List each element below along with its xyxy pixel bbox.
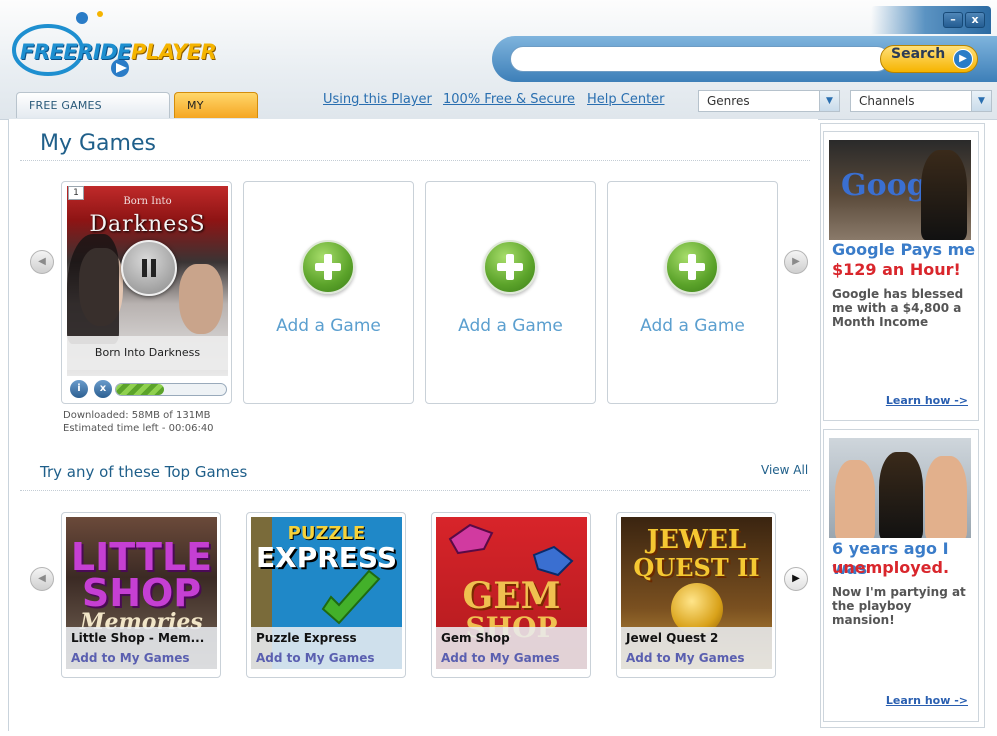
game-card-puzzle-express[interactable]: PUZZLE EXPRESS Puzzle Express Add to My … xyxy=(246,512,406,678)
game-card-little-shop[interactable]: LITTLE SHOP Memories Little Shop - Mem..… xyxy=(61,512,221,678)
add-to-my-games-link[interactable]: Add to My Games xyxy=(441,651,559,665)
nav-free-secure-link[interactable]: 100% Free & Secure xyxy=(443,92,575,107)
ad-headline-2: $129 an Hour! xyxy=(832,260,961,280)
game-caption: Jewel Quest 2 Add to My Games xyxy=(621,627,772,669)
nav-help-center-link[interactable]: Help Center xyxy=(587,92,665,107)
downloaded-text: Downloaded: 58MB of 131MB xyxy=(63,410,211,421)
ad-image-google: Google xyxy=(829,140,971,240)
game-card-gem-shop[interactable]: GEM SHOP Gem Shop Add to My Games xyxy=(431,512,591,678)
learn-how-link[interactable]: Learn how -> xyxy=(886,394,968,407)
download-progress-fill xyxy=(116,384,165,395)
ad-person-silhouette xyxy=(835,460,875,538)
plus-icon xyxy=(483,240,537,294)
channels-select-value: Channels xyxy=(859,94,915,108)
add-to-my-games-link[interactable]: Add to My Games xyxy=(71,651,189,665)
game-name: Puzzle Express xyxy=(256,631,357,645)
plus-icon xyxy=(301,240,355,294)
ad-person-silhouette xyxy=(921,150,967,240)
search-bar: Search ▶ xyxy=(492,36,997,82)
little-shop-art: LITTLE SHOP Memories Little Shop - Mem..… xyxy=(66,517,217,669)
character-hair xyxy=(67,234,119,344)
add-to-my-games-link[interactable]: Add to My Games xyxy=(256,651,374,665)
game-card-jewel-quest-2[interactable]: JEWEL QUEST II Jewel Quest 2 Add to My G… xyxy=(616,512,776,678)
genres-select-value: Genres xyxy=(707,94,750,108)
slot-number-badge: 1 xyxy=(68,186,84,200)
game-name: Little Shop - Mem... xyxy=(71,631,205,645)
close-button[interactable]: x xyxy=(965,12,985,28)
plus-icon xyxy=(665,240,719,294)
character-face-man xyxy=(179,264,223,334)
prev-arrow-icon[interactable]: ◀ xyxy=(30,250,54,274)
download-progress-bar xyxy=(115,383,227,396)
ad-headline-2-text: $129 an Hour xyxy=(832,260,954,279)
game-caption: Puzzle Express Add to My Games xyxy=(251,627,402,669)
divider xyxy=(20,160,810,161)
tab-my-games[interactable]: MY GAMES xyxy=(174,92,258,138)
art-text: JEWEL xyxy=(646,525,747,555)
ad-unemployed[interactable]: 6 years ago I was unemployed. Now I'm pa… xyxy=(823,429,979,722)
game-name: Jewel Quest 2 xyxy=(626,631,719,645)
ad-headline-2-suffix: ! xyxy=(953,260,961,279)
top-games-title: Try any of these Top Games xyxy=(40,463,248,481)
remove-button[interactable]: x xyxy=(94,380,112,398)
header: FREERIDEPLAYER – x Search ▶ FREE GAMES C… xyxy=(0,0,997,138)
search-button-label: Search xyxy=(891,46,946,62)
next-arrow-icon[interactable]: ▶ xyxy=(784,567,808,591)
channels-select[interactable]: Channels ▼ xyxy=(850,90,992,112)
ad-body: Google has blessed me with a $4,800 a Mo… xyxy=(832,287,964,329)
info-button[interactable]: i xyxy=(70,380,88,398)
ad-image-party xyxy=(829,438,971,538)
ad-headline-1: Google Pays me xyxy=(832,240,976,259)
born-into-darkness-cover: Born Into DarknesS Born Into Darkness xyxy=(67,186,228,376)
add-game-label: Add a Game xyxy=(276,316,381,336)
chevron-down-icon: ▼ xyxy=(971,91,991,111)
add-game-label: Add a Game xyxy=(640,316,745,336)
game-caption: Little Shop - Mem... Add to My Games xyxy=(66,627,217,669)
page-title: My Games xyxy=(40,131,156,156)
game-caption: Gem Shop Add to My Games xyxy=(436,627,587,669)
puzzle-express-art: PUZZLE EXPRESS Puzzle Express Add to My … xyxy=(251,517,402,669)
search-button[interactable]: Search ▶ xyxy=(880,45,978,73)
ad-person-silhouette xyxy=(879,452,923,538)
prev-arrow-icon[interactable]: ◀ xyxy=(30,567,54,591)
next-arrow-icon[interactable]: ▶ xyxy=(784,250,808,274)
gem-shop-art: GEM SHOP Gem Shop Add to My Games xyxy=(436,517,587,669)
ad-google-pays[interactable]: Google Google Pays me $129 an Hour! Goog… xyxy=(823,131,979,421)
logo-free: FREERIDE xyxy=(20,40,131,64)
cover-subtitle: Born Into xyxy=(123,196,172,207)
view-all-link[interactable]: View All xyxy=(761,463,808,477)
chevron-down-icon: ▼ xyxy=(819,91,839,111)
play-arrow-icon: ▶ xyxy=(953,49,973,69)
current-game-name: Born Into Darkness xyxy=(67,336,228,370)
search-input[interactable] xyxy=(510,46,890,72)
logo-text: FREERIDEPLAYER xyxy=(20,40,217,64)
add-game-slot[interactable]: Add a Game xyxy=(425,181,596,404)
nav-using-this-player-link[interactable]: Using this Player xyxy=(323,92,432,107)
add-game-label: Add a Game xyxy=(458,316,563,336)
window-controls: – x xyxy=(871,6,991,34)
jewel-quest-art: JEWEL QUEST II Jewel Quest 2 Add to My G… xyxy=(621,517,772,669)
genres-select[interactable]: Genres ▼ xyxy=(698,90,840,112)
ad-body: Now I'm partying at the playboy mansion! xyxy=(832,585,966,627)
time-left-text: Estimated time left - 00:06:40 xyxy=(63,423,214,434)
art-text: QUEST II xyxy=(633,553,760,582)
current-game-card: Born Into DarknesS Born Into Darkness 1 … xyxy=(61,181,232,404)
minimize-button[interactable]: – xyxy=(943,12,963,28)
freeride-logo: FREERIDEPLAYER xyxy=(8,8,217,80)
add-game-slot[interactable]: Add a Game xyxy=(607,181,778,404)
pause-button[interactable] xyxy=(121,240,177,296)
logo-player: PLAYER xyxy=(130,40,217,64)
learn-how-link[interactable]: Learn how -> xyxy=(886,694,968,707)
tab-free-games-catalog[interactable]: FREE GAMES CATALOG xyxy=(16,92,170,138)
add-to-my-games-link[interactable]: Add to My Games xyxy=(626,651,744,665)
ad-headline-2: unemployed. xyxy=(832,558,950,577)
download-info: Downloaded: 58MB of 131MB Estimated time… xyxy=(63,409,214,435)
ad-person-silhouette xyxy=(925,456,967,538)
game-name: Gem Shop xyxy=(441,631,510,645)
checkmark-icon xyxy=(321,569,381,625)
divider xyxy=(20,490,810,491)
add-game-slot[interactable]: Add a Game xyxy=(243,181,414,404)
